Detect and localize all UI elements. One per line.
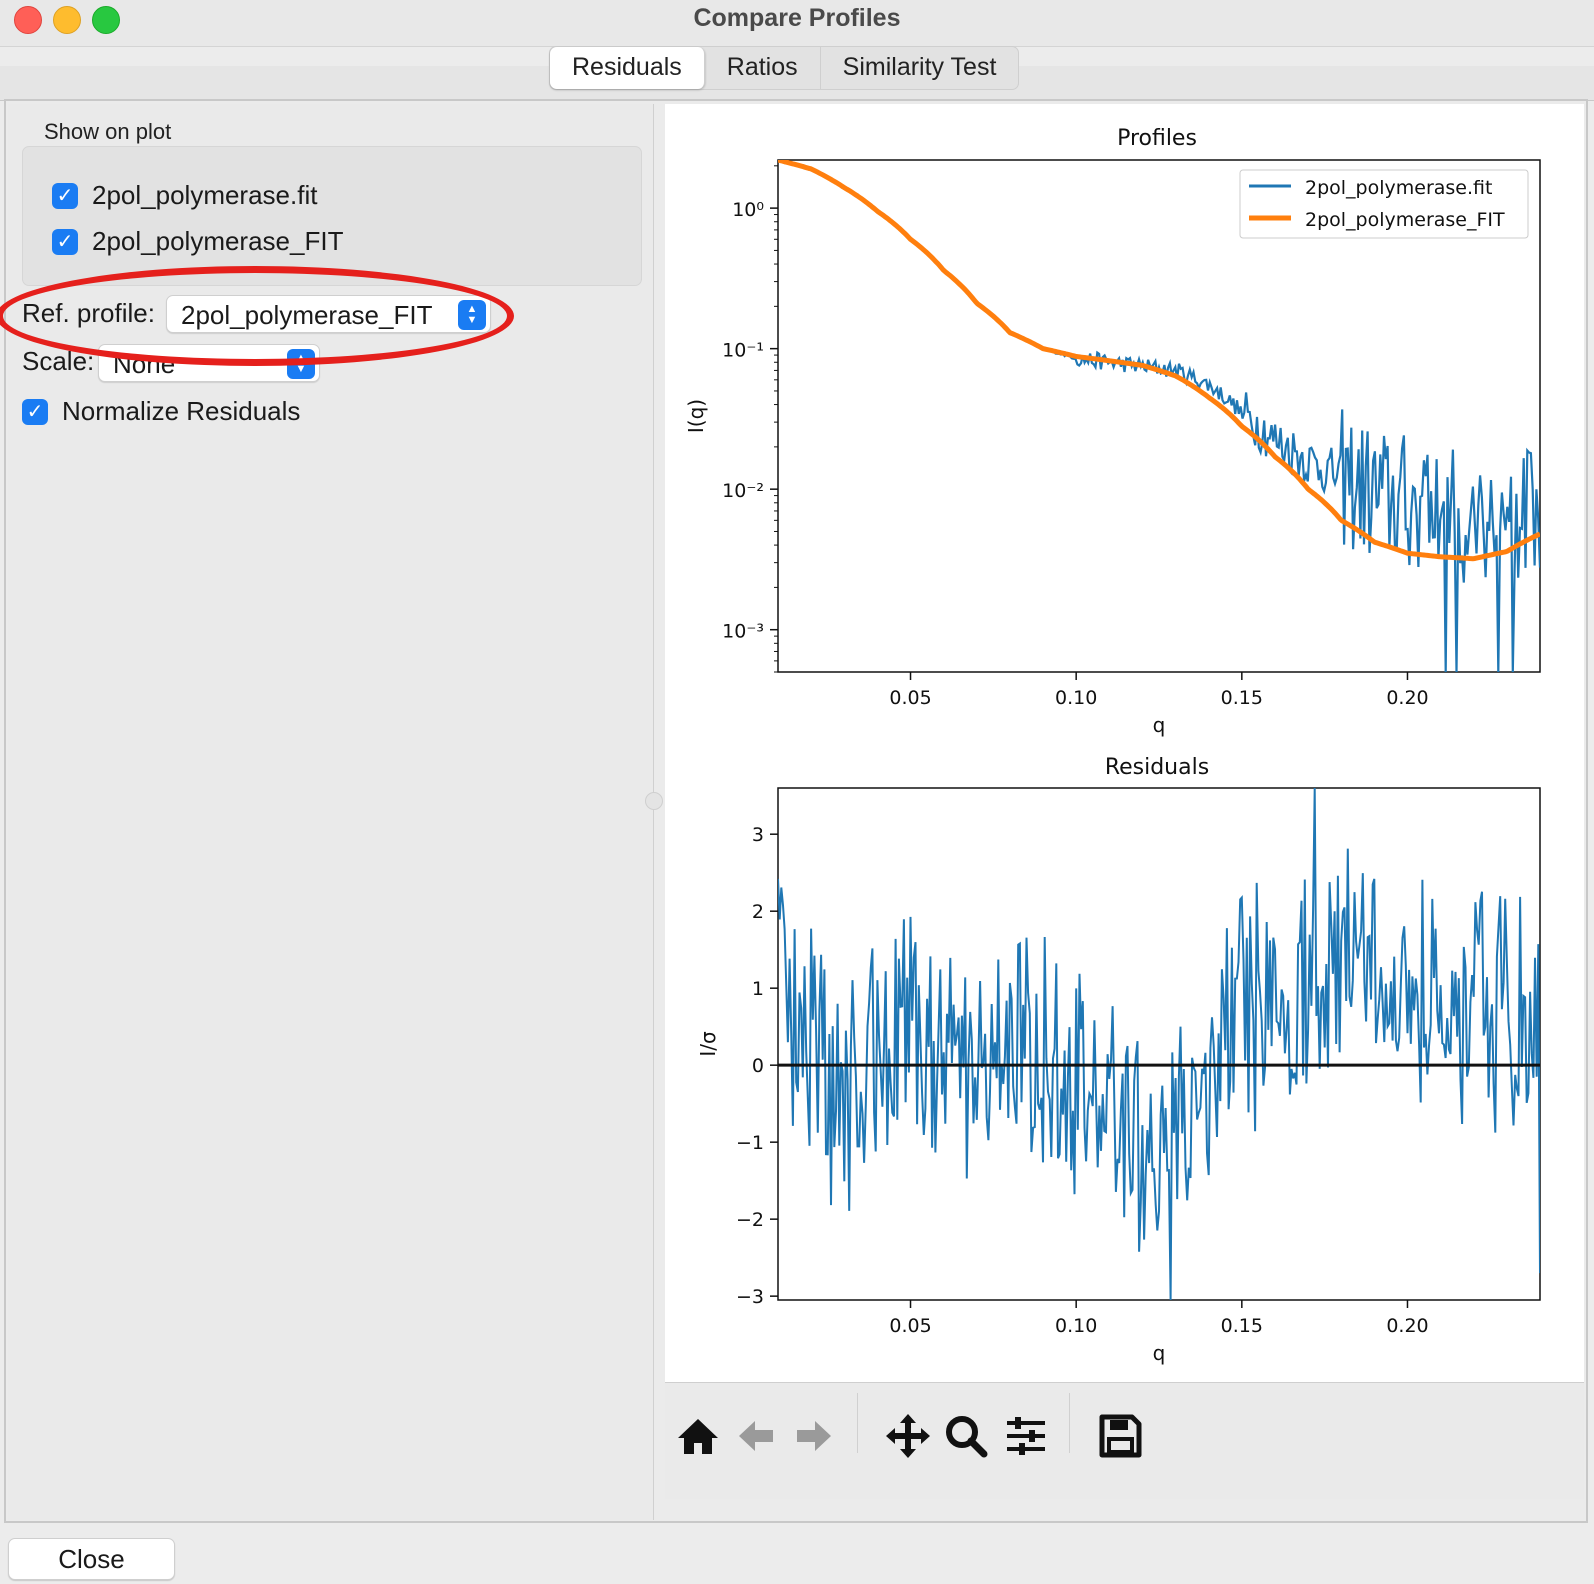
residuals-ytick-label: 1 [752, 978, 764, 1000]
residuals-ytick-label: −1 [736, 1132, 764, 1154]
profiles-ylabel: I(q) [684, 399, 708, 433]
up-down-chevron-icon: ▲ ▼ [458, 300, 486, 330]
tab-similarity-test[interactable]: Similarity Test [821, 47, 1019, 89]
residuals-ytick-label: 3 [752, 824, 764, 846]
tab-bar: Residuals Ratios Similarity Test [549, 46, 1020, 90]
plots-svg: Profiles 0.05 0.10 0.15 0.20 10⁰ 10⁻¹ 10⁻² 10⁻… [684, 126, 1541, 1365]
legend-label-FIT: 2pol_polymerase_FIT [1305, 209, 1505, 231]
title-bar: Compare Profiles [0, 0, 1594, 47]
residuals-xtick-label: 0.10 [1055, 1315, 1097, 1337]
profiles-ytick-label: 10⁰ [732, 199, 764, 221]
normalize-residuals-label: Normalize Residuals [62, 396, 301, 426]
profiles-ytick-label: 10⁻² [722, 480, 764, 502]
normalize-residuals-checkbox[interactable]: ✓ Normalize Residuals [22, 396, 300, 427]
residuals-ytick-label: 0 [752, 1055, 764, 1077]
profiles-title: Profiles [1117, 126, 1197, 151]
residuals-xtick-label: 0.20 [1386, 1315, 1428, 1337]
profiles-ytick-label: 10⁻³ [722, 621, 764, 643]
scale-label: Scale: [22, 346, 95, 376]
show-on-plot-label: Show on plot [44, 119, 172, 144]
forward-arrow-icon[interactable] [789, 1411, 839, 1461]
configure-icon[interactable] [1001, 1411, 1051, 1461]
save-icon[interactable] [1095, 1411, 1145, 1461]
back-arrow-icon[interactable] [731, 1411, 781, 1461]
residuals-ytick-label: −3 [736, 1286, 764, 1308]
profiles-xtick-label: 0.20 [1386, 687, 1428, 709]
toolbar-separator [1069, 1393, 1070, 1453]
profiles-xtick-label: 0.05 [889, 687, 931, 709]
residuals-ytick-label: 2 [752, 901, 764, 923]
profiles-ytick-label: 10⁻¹ [722, 340, 764, 362]
checkmark-icon: ✓ [22, 398, 48, 425]
profile-checkbox-2-label: 2pol_polymerase_FIT [92, 226, 344, 256]
zoom-icon[interactable] [941, 1411, 991, 1461]
profile-checkbox-1[interactable]: ✓ 2pol_polymerase.fit [52, 180, 317, 211]
close-button[interactable]: Close [8, 1538, 175, 1580]
residuals-xlabel: q [1153, 1341, 1166, 1365]
plot-canvas[interactable]: Profiles 0.05 0.10 0.15 0.20 10⁰ 10⁻¹ 10⁻² 10⁻… [665, 104, 1584, 1382]
checkmark-icon: ✓ [52, 182, 78, 209]
profiles-legend: 2pol_polymerase.fit 2pol_polymerase_FIT [1239, 169, 1529, 239]
scale-select[interactable]: None ▲ ▼ [98, 344, 320, 382]
profile-checkbox-2[interactable]: ✓ 2pol_polymerase_FIT [52, 226, 343, 257]
plot-toolbar [665, 1382, 1584, 1499]
profile-checkbox-1-label: 2pol_polymerase.fit [92, 180, 318, 210]
residuals-title: Residuals [1105, 755, 1209, 780]
residuals-xtick-label: 0.05 [889, 1315, 931, 1337]
residuals-ytick-label: −2 [736, 1209, 764, 1231]
legend-label-fit: 2pol_polymerase.fit [1305, 177, 1492, 199]
show-on-plot-group [22, 146, 642, 286]
residuals-xtick-label: 0.15 [1221, 1315, 1263, 1337]
home-icon[interactable] [673, 1411, 723, 1461]
tab-ratios[interactable]: Ratios [705, 47, 821, 89]
window-title: Compare Profiles [693, 4, 901, 32]
ref-profile-value: 2pol_polymerase_FIT [181, 300, 433, 330]
splitter-handle[interactable] [645, 792, 663, 810]
up-down-chevron-icon: ▲ ▼ [287, 349, 315, 379]
profiles-xtick-label: 0.10 [1055, 687, 1097, 709]
bottom-bar [0, 1524, 1594, 1584]
series-line-residuals [778, 788, 1540, 1300]
profiles-xtick-label: 0.15 [1221, 687, 1263, 709]
ref-profile-select[interactable]: 2pol_polymerase_FIT ▲ ▼ [166, 295, 491, 333]
profiles-xlabel: q [1153, 713, 1166, 737]
pan-icon[interactable] [883, 1411, 933, 1461]
residuals-ylabel: I/σ [696, 1031, 720, 1057]
checkmark-icon: ✓ [52, 228, 78, 255]
toolbar-separator [857, 1393, 858, 1453]
tab-residuals[interactable]: Residuals [550, 47, 705, 89]
scale-value: None [113, 349, 176, 379]
ref-profile-label: Ref. profile: [22, 298, 155, 328]
